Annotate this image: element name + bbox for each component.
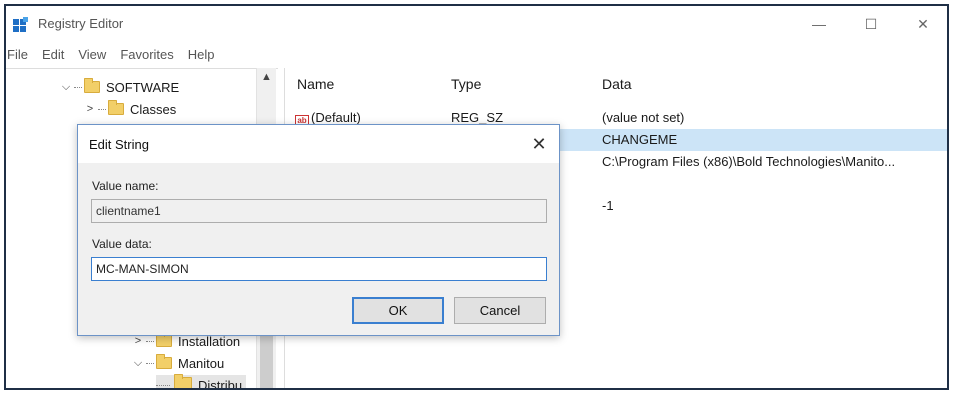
folder-icon bbox=[174, 374, 192, 388]
tree-node-label: Classes bbox=[130, 101, 177, 117]
value-data-cell: C:\Program Files (x86)\Bold Technologies… bbox=[602, 154, 896, 169]
value-data-cell: -1 bbox=[602, 198, 614, 213]
tree-connector bbox=[156, 384, 170, 386]
folder-icon bbox=[84, 78, 100, 93]
cancel-button[interactable]: Cancel bbox=[454, 297, 546, 324]
tree-connector bbox=[146, 362, 154, 364]
value-name-label: Value name: bbox=[92, 179, 159, 193]
tree-node-distribu[interactable]: Distribu bbox=[156, 374, 247, 390]
column-header-data[interactable]: Data bbox=[602, 76, 632, 92]
edit-string-dialog: Edit String ✕ Value name: Value data: OK… bbox=[77, 124, 560, 336]
tree-node-label: Manitou bbox=[178, 355, 225, 371]
tree-node-label: Distribu bbox=[198, 377, 243, 390]
registry-editor-icon bbox=[13, 17, 28, 32]
value-name-field[interactable] bbox=[91, 199, 547, 223]
chevron-down-icon[interactable]: ⌵ bbox=[60, 81, 72, 94]
menu-favorites[interactable]: Favorites bbox=[114, 44, 181, 66]
value-type-cell: REG_SZ bbox=[451, 110, 504, 125]
value-data-field[interactable] bbox=[91, 257, 547, 281]
maximize-button[interactable]: ☐ bbox=[848, 10, 894, 38]
menu-view[interactable]: View bbox=[72, 44, 114, 66]
tree-connector bbox=[98, 108, 106, 110]
value-name-text: (Default) bbox=[311, 110, 361, 125]
registry-editor-window: Registry Editor — ☐ ✕ File Edit View Fav… bbox=[4, 4, 949, 390]
column-header-type[interactable]: Type bbox=[451, 76, 481, 92]
title-bar: Registry Editor — ☐ ✕ bbox=[6, 6, 947, 42]
tree-connector bbox=[146, 340, 154, 342]
dialog-close-button[interactable]: ✕ bbox=[523, 129, 555, 159]
folder-icon bbox=[108, 100, 124, 115]
menu-help[interactable]: Help bbox=[182, 44, 223, 66]
value-data-cell: (value not set) bbox=[602, 110, 685, 125]
tree-node-classes[interactable]: > Classes bbox=[84, 99, 176, 119]
ok-button[interactable]: OK bbox=[352, 297, 444, 324]
menu-file[interactable]: File bbox=[6, 44, 36, 66]
folder-icon bbox=[156, 332, 172, 347]
tree-node-label: SOFTWARE bbox=[106, 79, 180, 95]
value-data-label: Value data: bbox=[92, 237, 152, 251]
window-title: Registry Editor bbox=[38, 16, 124, 31]
column-header-name[interactable]: Name bbox=[297, 76, 334, 92]
menu-bar: File Edit View Favorites Help bbox=[6, 44, 223, 66]
chevron-right-icon[interactable]: > bbox=[132, 335, 144, 347]
minimize-button[interactable]: — bbox=[796, 10, 842, 38]
value-data-cell: CHANGEME bbox=[602, 132, 678, 147]
tree-node-software[interactable]: ⌵ SOFTWARE bbox=[60, 77, 179, 97]
chevron-down-icon[interactable]: ⌵ bbox=[132, 357, 144, 370]
tree-connector bbox=[74, 86, 82, 88]
chevron-right-icon[interactable]: > bbox=[84, 103, 96, 115]
list-header: Name Type Data bbox=[285, 68, 947, 96]
scroll-up-arrow-icon[interactable]: ▲ bbox=[257, 68, 276, 86]
menu-edit[interactable]: Edit bbox=[36, 44, 72, 66]
close-window-button[interactable]: ✕ bbox=[900, 10, 946, 38]
folder-icon bbox=[156, 354, 172, 369]
dialog-title-bar: Edit String ✕ bbox=[78, 125, 559, 163]
dialog-title: Edit String bbox=[89, 137, 149, 152]
tree-node-manitou[interactable]: ⌵ Manitou bbox=[132, 353, 224, 373]
